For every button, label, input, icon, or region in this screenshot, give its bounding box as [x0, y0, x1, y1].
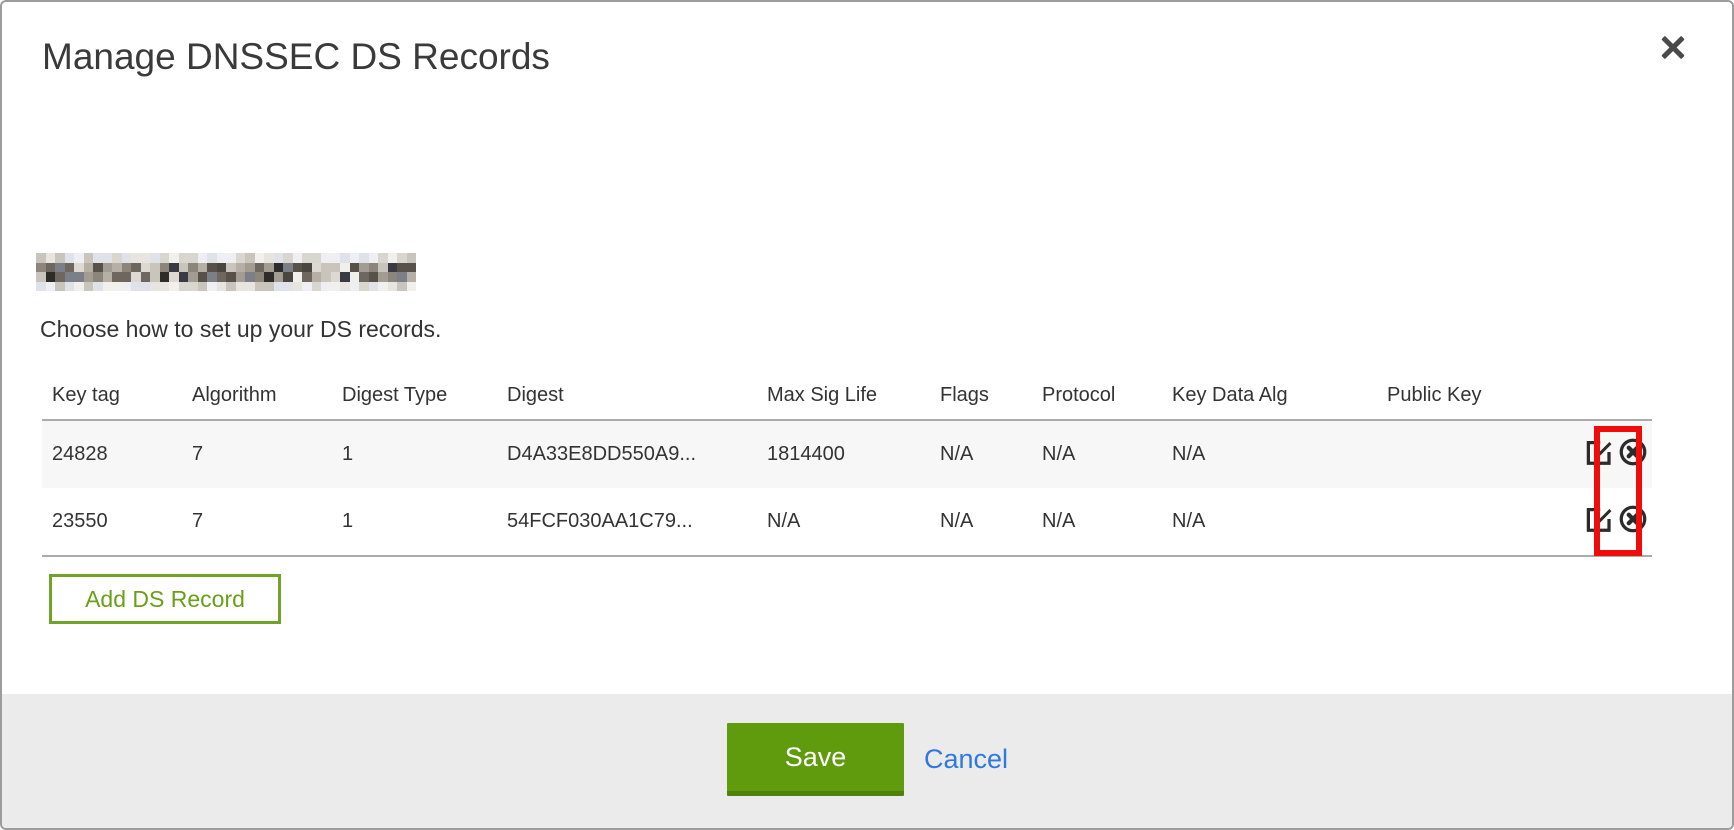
cell-public-key: [1377, 488, 1567, 556]
cell-flags: N/A: [930, 488, 1032, 556]
col-header-digest-type: Digest Type: [332, 378, 497, 420]
dialog-footer: Save Cancel: [2, 694, 1732, 828]
redacted-domain-name: [36, 253, 416, 291]
cell-key-data-alg: N/A: [1162, 420, 1377, 488]
cell-digest: D4A33E8DD550A9...: [497, 420, 757, 488]
col-header-digest: Digest: [497, 378, 757, 420]
cell-public-key: [1377, 420, 1567, 488]
cell-algorithm: 7: [182, 420, 332, 488]
cell-digest: 54FCF030AA1C79...: [497, 488, 757, 556]
cell-flags: N/A: [930, 420, 1032, 488]
add-ds-record-button[interactable]: Add DS Record: [49, 574, 281, 624]
col-header-protocol: Protocol: [1032, 378, 1162, 420]
cell-protocol: N/A: [1032, 420, 1162, 488]
edit-record-icon[interactable]: [1584, 437, 1614, 467]
edit-record-icon[interactable]: [1584, 504, 1614, 534]
col-header-actions: [1567, 378, 1652, 420]
cell-digest-type: 1: [332, 420, 497, 488]
page-title: Manage DNSSEC DS Records: [42, 36, 550, 78]
table-row: 24828 7 1 D4A33E8DD550A9... 1814400 N/A …: [42, 420, 1652, 488]
instruction-text: Choose how to set up your DS records.: [40, 316, 441, 343]
close-icon[interactable]: [1658, 32, 1688, 62]
delete-record-icon[interactable]: [1618, 437, 1648, 467]
cell-protocol: N/A: [1032, 488, 1162, 556]
cell-key-data-alg: N/A: [1162, 488, 1377, 556]
table-row: 23550 7 1 54FCF030AA1C79... N/A N/A N/A …: [42, 488, 1652, 556]
dnssec-dialog: Manage DNSSEC DS Records Choose how to s…: [0, 0, 1734, 830]
table-header-row: Key tag Algorithm Digest Type Digest Max…: [42, 378, 1652, 420]
cell-key-tag: 23550: [42, 488, 182, 556]
cell-algorithm: 7: [182, 488, 332, 556]
col-header-key-tag: Key tag: [42, 378, 182, 420]
col-header-public-key: Public Key: [1377, 378, 1567, 420]
cell-max-sig-life: N/A: [757, 488, 930, 556]
col-header-algorithm: Algorithm: [182, 378, 332, 420]
cell-key-tag: 24828: [42, 420, 182, 488]
delete-record-icon[interactable]: [1618, 504, 1648, 534]
save-button[interactable]: Save: [727, 723, 904, 796]
col-header-max-sig-life: Max Sig Life: [757, 378, 930, 420]
cell-max-sig-life: 1814400: [757, 420, 930, 488]
cell-digest-type: 1: [332, 488, 497, 556]
cancel-link[interactable]: Cancel: [924, 744, 1008, 775]
ds-records-table: Key tag Algorithm Digest Type Digest Max…: [42, 378, 1652, 557]
row-actions: [1567, 420, 1652, 488]
col-header-flags: Flags: [930, 378, 1032, 420]
row-actions: [1567, 488, 1652, 556]
col-header-key-data-alg: Key Data Alg: [1162, 378, 1377, 420]
